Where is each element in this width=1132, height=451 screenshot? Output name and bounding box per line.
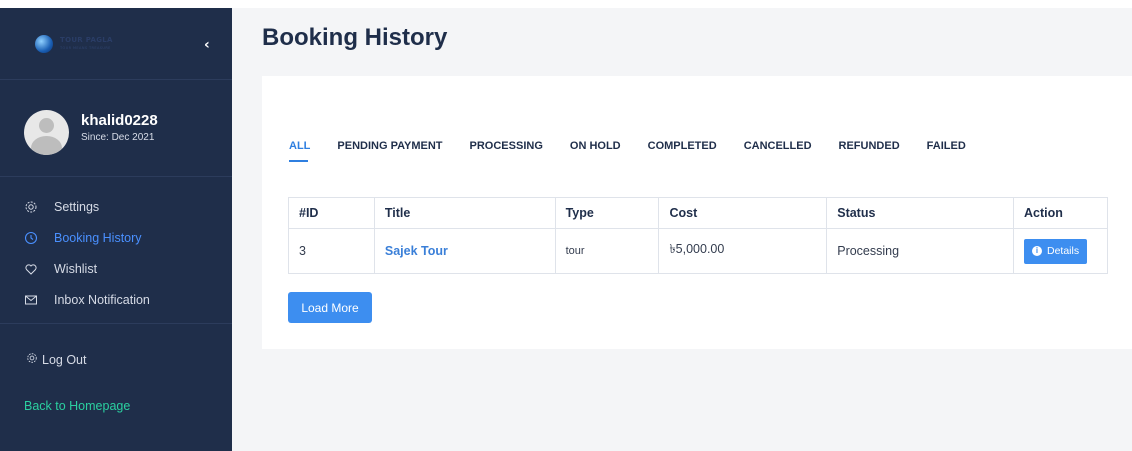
booking-title-link[interactable]: Sajek Tour [373, 228, 556, 274]
main-content: Booking History ALL PENDING PAYMENT PROC… [232, 8, 1132, 451]
sidebar-menu: Settings Booking History Wishlist Inbox … [0, 191, 232, 315]
column-header-title: Title [373, 197, 556, 229]
table-header-row: #ID Title Type Cost Status Action [288, 197, 1109, 229]
logout-link[interactable]: Log Out [26, 352, 86, 367]
sidebar-item-label: Settings [54, 199, 100, 214]
logo-name[interactable]: TOUR PAGLA [60, 36, 113, 44]
clock-icon [24, 231, 38, 245]
status-tabs: ALL PENDING PAYMENT PROCESSING ON HOLD C… [289, 140, 993, 162]
info-icon: i [1031, 246, 1042, 256]
bookings-table: #ID Title Type Cost Status Action 3 Saje… [288, 197, 1109, 274]
gear-icon [26, 352, 38, 367]
booking-type: tour [554, 228, 660, 274]
booking-status: Processing [826, 228, 1014, 274]
column-header-type: Type [554, 197, 660, 229]
booking-cost: ৳5,000.00 [658, 228, 828, 274]
sidebar-item-label: Booking History [54, 230, 142, 245]
page-title: Booking History [262, 24, 448, 51]
sidebar-item-inbox-notification[interactable]: Inbox Notification [0, 284, 232, 315]
heart-icon [24, 262, 38, 276]
booking-card: ALL PENDING PAYMENT PROCESSING ON HOLD C… [262, 76, 1132, 349]
tab-cancelled[interactable]: CANCELLED [744, 140, 812, 161]
tab-completed[interactable]: COMPLETED [648, 140, 717, 161]
sidebar-item-settings[interactable]: Settings [0, 191, 232, 222]
chevron-left-icon[interactable]: ‹ [204, 38, 216, 52]
sidebar-item-wishlist[interactable]: Wishlist [0, 253, 232, 284]
sidebar-item-booking-history[interactable]: Booking History [0, 222, 232, 253]
back-to-homepage-link[interactable]: Back to Homepage [24, 399, 130, 413]
column-header-id: #ID [288, 197, 375, 229]
sidebar-item-label: Inbox Notification [54, 292, 150, 307]
column-header-status: Status [826, 197, 1014, 229]
booking-action-cell: i Details [1012, 228, 1109, 274]
username: khalid0228 [81, 112, 158, 129]
logo-tagline: TOUR MEANS TREASURE [60, 46, 111, 50]
member-since: Since: Dec 2021 [81, 132, 155, 143]
tab-pending-payment[interactable]: PENDING PAYMENT [337, 140, 442, 161]
booking-id: 3 [288, 228, 375, 274]
logout-label: Log Out [42, 352, 87, 367]
tab-on-hold[interactable]: ON HOLD [570, 140, 621, 161]
details-label: Details [1046, 245, 1080, 257]
app-frame: TOUR PAGLA TOUR MEANS TREASURE ‹ khalid0… [0, 0, 1132, 451]
sidebar-divider [0, 323, 232, 324]
column-header-action: Action [1012, 197, 1109, 229]
tab-all[interactable]: ALL [289, 140, 310, 162]
tab-processing[interactable]: PROCESSING [470, 140, 543, 161]
profile-card: khalid0228 Since: Dec 2021 [0, 80, 232, 177]
table-row: 3 Sajek Tour tour ৳5,000.00 Processing i… [288, 228, 1109, 274]
load-more-button[interactable]: Load More [288, 292, 372, 323]
logo-row: TOUR PAGLA TOUR MEANS TREASURE ‹ [0, 8, 232, 80]
tab-failed[interactable]: FAILED [927, 140, 966, 161]
avatar [24, 110, 69, 155]
gear-icon [24, 200, 38, 214]
column-header-cost: Cost [658, 197, 828, 229]
mail-icon [24, 293, 38, 307]
sidebar-item-label: Wishlist [54, 261, 98, 276]
sidebar: TOUR PAGLA TOUR MEANS TREASURE ‹ khalid0… [0, 8, 232, 451]
tab-refunded[interactable]: REFUNDED [839, 140, 900, 161]
globe-logo-icon[interactable] [35, 35, 53, 53]
details-button[interactable]: i Details [1023, 238, 1088, 264]
